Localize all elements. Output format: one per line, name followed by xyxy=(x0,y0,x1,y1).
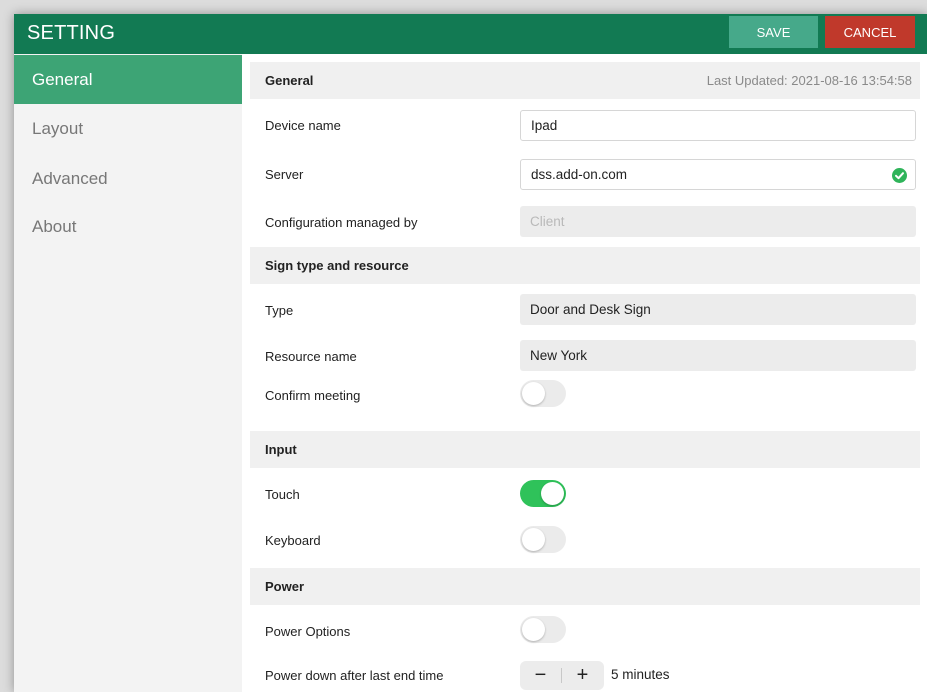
keyboard-toggle[interactable] xyxy=(520,526,566,553)
settings-content: General Last Updated: 2021-08-16 13:54:5… xyxy=(250,54,920,692)
device-name-label: Device name xyxy=(265,118,341,133)
resource-name-label: Resource name xyxy=(265,349,357,364)
sidebar-item-general[interactable]: General xyxy=(14,55,242,104)
section-title: General xyxy=(265,73,314,88)
toggle-knob xyxy=(541,482,564,505)
type-label: Type xyxy=(265,303,294,318)
resource-name-field: New York xyxy=(520,340,916,371)
section-header-sign: Sign type and resource xyxy=(250,247,920,284)
server-value: dss.add-on.com xyxy=(531,167,628,182)
increment-button[interactable]: + xyxy=(562,661,603,690)
confirm-meeting-toggle[interactable] xyxy=(520,380,566,407)
power-down-label: Power down after last end time xyxy=(265,668,444,683)
touch-label: Touch xyxy=(265,487,300,502)
save-button[interactable]: SAVE xyxy=(729,16,818,48)
section-header-input: Input xyxy=(250,431,920,468)
sidebar-item-about[interactable]: About xyxy=(14,202,242,251)
toggle-knob xyxy=(522,528,545,551)
power-options-label: Power Options xyxy=(265,624,351,639)
toggle-knob xyxy=(522,382,545,405)
toggle-knob xyxy=(522,618,545,641)
power-down-value: 5 minutes xyxy=(611,667,670,682)
type-field: Door and Desk Sign xyxy=(520,294,916,325)
power-options-toggle[interactable] xyxy=(520,616,566,643)
sidebar: General Layout Advanced About xyxy=(14,54,242,692)
server-label: Server xyxy=(265,167,304,182)
section-header-power: Power xyxy=(250,568,920,605)
config-field: Client xyxy=(520,206,916,237)
config-label: Configuration managed by xyxy=(265,215,418,230)
confirm-meeting-label: Confirm meeting xyxy=(265,388,361,403)
top-bar: SETTING SAVE CANCEL xyxy=(14,14,927,54)
touch-toggle[interactable] xyxy=(520,480,566,507)
settings-window: SETTING SAVE CANCEL General Layout Advan… xyxy=(14,14,927,692)
section-header-general: General Last Updated: 2021-08-16 13:54:5… xyxy=(250,62,920,99)
last-updated-text: Last Updated: 2021-08-16 13:54:58 xyxy=(706,73,912,88)
cancel-button[interactable]: CANCEL xyxy=(825,16,915,48)
sidebar-item-advanced[interactable]: Advanced xyxy=(14,154,242,203)
power-down-stepper: − + xyxy=(520,661,604,690)
device-name-field[interactable]: Ipad xyxy=(520,110,916,141)
decrement-button[interactable]: − xyxy=(520,661,561,690)
check-circle-icon xyxy=(892,168,907,183)
keyboard-label: Keyboard xyxy=(265,533,321,548)
server-field[interactable]: dss.add-on.com xyxy=(520,159,916,190)
page-title: SETTING xyxy=(27,22,116,44)
sidebar-item-layout[interactable]: Layout xyxy=(14,104,242,153)
